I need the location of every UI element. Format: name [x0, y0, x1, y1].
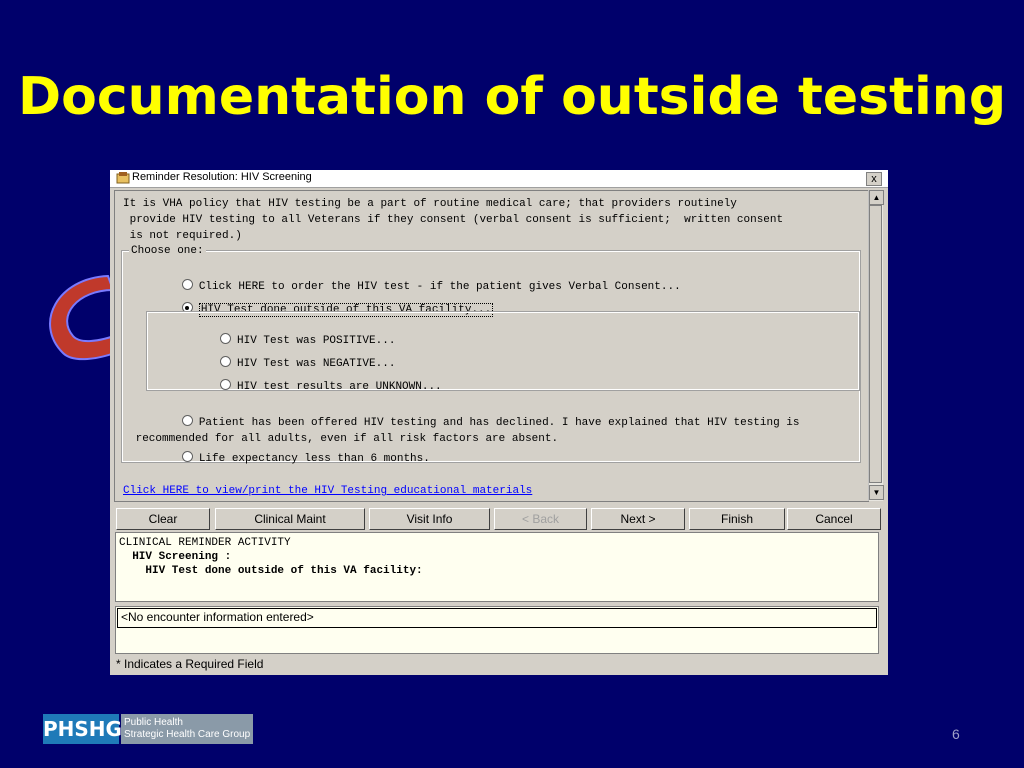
radio-icon[interactable]	[220, 379, 232, 390]
required-field-note: * Indicates a Required Field	[116, 657, 264, 671]
choose-one-group: Choose one: Click HERE to order the HIV …	[121, 244, 861, 465]
reminder-dialog-window: Reminder Resolution: HIV Screening x It …	[110, 170, 888, 675]
sub-option-label: HIV test results are UNKNOWN...	[237, 381, 442, 393]
encounter-info-text: <No encounter information entered>	[117, 608, 877, 628]
scroll-down-icon[interactable]: ▼	[869, 485, 884, 500]
activity-line: HIV Test done outside of this VA facilit…	[119, 565, 423, 577]
cancel-button[interactable]: Cancel	[787, 508, 881, 530]
window-titlebar: Reminder Resolution: HIV Screening x	[110, 170, 888, 188]
outside-test-subgroup: HIV Test was POSITIVE... HIV Test was NE…	[146, 311, 860, 393]
button-bar: Clear Clinical Maint Visit Info < Back N…	[116, 508, 884, 530]
scroll-thumb[interactable]	[869, 205, 882, 483]
logo-abbrev: PHSHG	[43, 714, 122, 744]
slide-number: 6	[952, 726, 960, 742]
content-scrollbar[interactable]: ▲ ▼	[868, 190, 884, 501]
radio-icon[interactable]	[181, 451, 193, 462]
close-button[interactable]: x	[866, 172, 882, 186]
app-icon	[116, 172, 130, 184]
window-title: Reminder Resolution: HIV Screening	[132, 171, 312, 183]
clinical-maint-button[interactable]: Clinical Maint	[215, 508, 365, 530]
visit-info-button[interactable]: Visit Info	[369, 508, 490, 530]
next-button[interactable]: Next >	[591, 508, 685, 530]
option-label: Life expectancy less than 6 months.	[198, 453, 430, 465]
back-button[interactable]: < Back	[494, 508, 587, 530]
activity-line: HIV Screening :	[119, 551, 232, 563]
option-life-expectancy[interactable]: Life expectancy less than 6 months.	[129, 437, 430, 480]
phshg-logo: PHSHG Public Health Strategic Health Car…	[43, 714, 253, 744]
encounter-panel[interactable]: <No encounter information entered>	[115, 606, 879, 654]
logo-line2: Strategic Health Care Group	[124, 729, 251, 740]
slide-title: Documentation of outside testing	[17, 67, 1007, 127]
activity-line: CLINICAL REMINDER ACTIVITY	[119, 537, 291, 549]
clear-button[interactable]: Clear	[116, 508, 210, 530]
radio-icon[interactable]	[181, 415, 193, 426]
activity-text-area[interactable]: CLINICAL REMINDER ACTIVITY HIV Screening…	[115, 532, 879, 602]
logo-line1: Public Health	[124, 717, 183, 728]
reminder-content-panel: It is VHA policy that HIV testing be a p…	[114, 190, 869, 502]
educational-materials-link[interactable]: Click HERE to view/print the HIV Testing…	[123, 485, 532, 497]
group-label: Choose one:	[129, 244, 206, 258]
logo-text: Public Health Strategic Health Care Grou…	[121, 714, 253, 744]
policy-text: It is VHA policy that HIV testing be a p…	[123, 198, 784, 242]
scroll-up-icon[interactable]: ▲	[869, 190, 884, 205]
finish-button[interactable]: Finish	[689, 508, 785, 530]
